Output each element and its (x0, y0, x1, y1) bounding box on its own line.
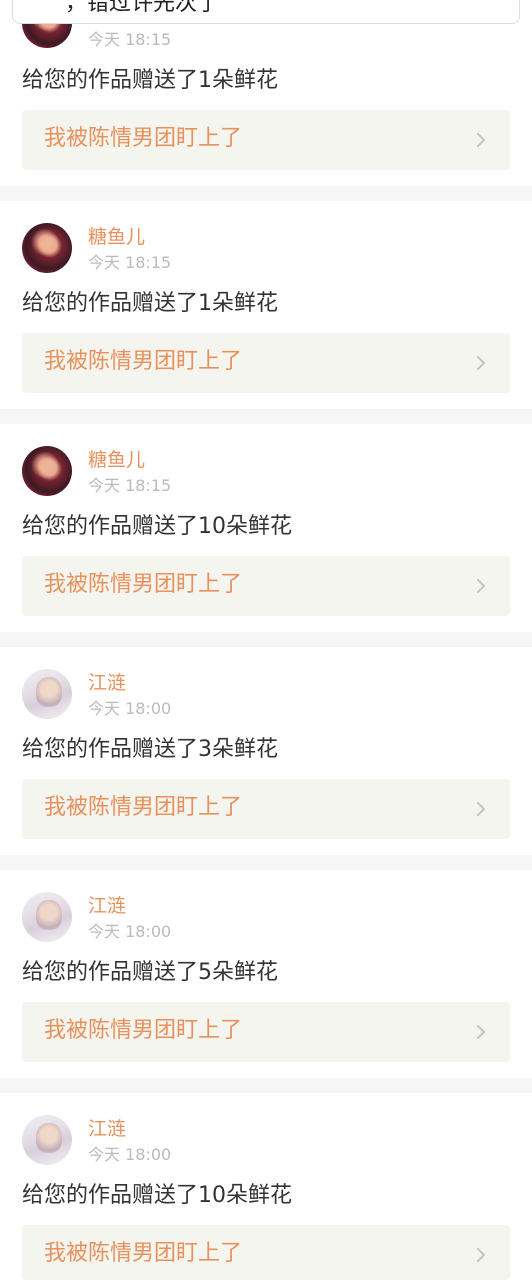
toast-text: ，错过许先次了 (65, 0, 220, 16)
avatar[interactable] (22, 223, 72, 273)
gift-message: 给您的作品赠送了10朵鲜花 (22, 514, 292, 539)
gift-notification-card: 江涟 今天 18:00 给您的作品赠送了5朵鲜花 我被陈情男团盯上了 (0, 870, 532, 1078)
gift-notification-card: 今天 18:15 给您的作品赠送了1朵鲜花 我被陈情男团盯上了 (0, 0, 532, 186)
avatar[interactable] (22, 669, 72, 719)
gift-notification-card: 糖鱼儿 今天 18:15 给您的作品赠送了1朵鲜花 我被陈情男团盯上了 (0, 201, 532, 409)
username[interactable]: 江涟 (88, 1118, 126, 1140)
work-link[interactable]: 我被陈情男团盯上了 (22, 1002, 510, 1062)
work-link[interactable]: 我被陈情男团盯上了 (22, 556, 510, 616)
gift-message: 给您的作品赠送了10朵鲜花 (22, 1183, 292, 1208)
timestamp: 今天 18:15 (88, 30, 172, 49)
gift-notification-card: 糖鱼儿 今天 18:15 给您的作品赠送了10朵鲜花 我被陈情男团盯上了 (0, 424, 532, 632)
gift-message: 给您的作品赠送了1朵鲜花 (22, 291, 278, 316)
notification-feed: 今天 18:15 给您的作品赠送了1朵鲜花 我被陈情男团盯上了 ，错过许先次了 … (0, 0, 532, 1280)
work-title: 我被陈情男团盯上了 (44, 126, 243, 151)
avatar[interactable] (22, 1115, 72, 1165)
work-link[interactable]: 我被陈情男团盯上了 (22, 110, 510, 170)
avatar[interactable] (22, 446, 72, 496)
work-link[interactable]: 我被陈情男团盯上了 (22, 779, 510, 839)
username[interactable]: 糖鱼儿 (88, 226, 145, 248)
chevron-right-icon (477, 1248, 485, 1262)
work-title: 我被陈情男团盯上了 (44, 349, 243, 374)
timestamp: 今天 18:00 (88, 922, 172, 941)
gift-message: 给您的作品赠送了5朵鲜花 (22, 960, 278, 985)
username[interactable]: 糖鱼儿 (88, 449, 145, 471)
timestamp: 今天 18:00 (88, 699, 172, 718)
chevron-right-icon (477, 802, 485, 816)
work-title: 我被陈情男团盯上了 (44, 1018, 243, 1043)
toast-banner: ，错过许先次了 (12, 0, 520, 24)
gift-notification-card: 江涟 今天 18:00 给您的作品赠送了3朵鲜花 我被陈情男团盯上了 (0, 647, 532, 855)
chevron-right-icon (477, 579, 485, 593)
avatar[interactable] (22, 892, 72, 942)
work-link[interactable]: 我被陈情男团盯上了 (22, 333, 510, 393)
chevron-right-icon (477, 133, 485, 147)
timestamp: 今天 18:00 (88, 1145, 172, 1164)
gift-notification-card: 江涟 今天 18:00 给您的作品赠送了10朵鲜花 我被陈情男团盯上了 (0, 1093, 532, 1280)
username[interactable]: 江涟 (88, 895, 126, 917)
gift-message: 给您的作品赠送了1朵鲜花 (22, 68, 278, 93)
timestamp: 今天 18:15 (88, 476, 172, 495)
timestamp: 今天 18:15 (88, 253, 172, 272)
work-link[interactable]: 我被陈情男团盯上了 (22, 1225, 510, 1280)
work-title: 我被陈情男团盯上了 (44, 572, 243, 597)
work-title: 我被陈情男团盯上了 (44, 1241, 243, 1266)
work-title: 我被陈情男团盯上了 (44, 795, 243, 820)
chevron-right-icon (477, 356, 485, 370)
gift-message: 给您的作品赠送了3朵鲜花 (22, 737, 278, 762)
username[interactable]: 江涟 (88, 672, 126, 694)
chevron-right-icon (477, 1025, 485, 1039)
